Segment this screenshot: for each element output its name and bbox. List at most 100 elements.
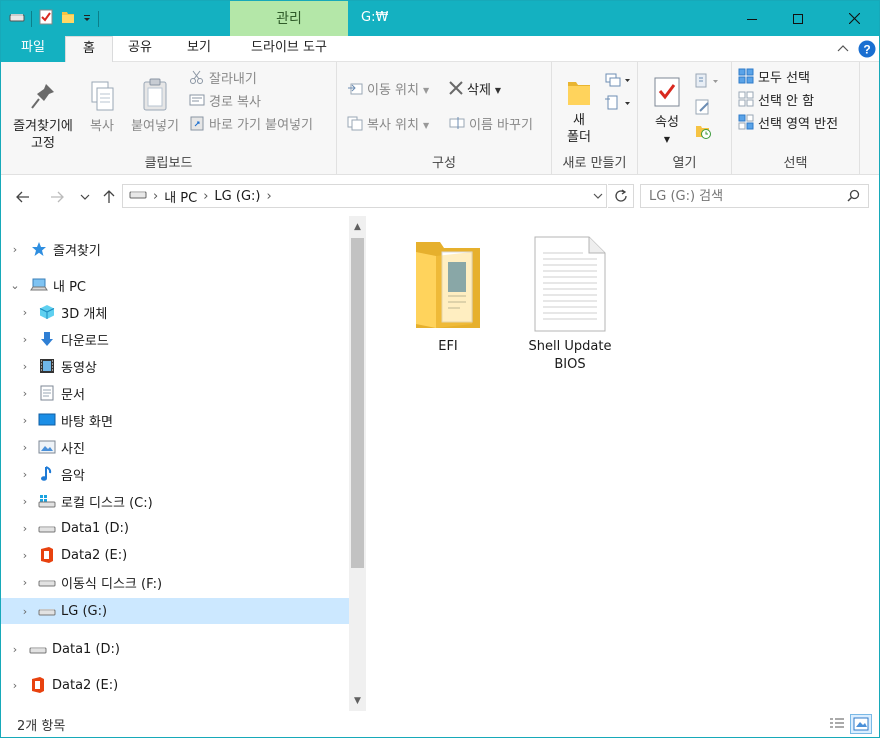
copy-button[interactable]: 복사 [83,76,121,135]
tree-item-local-disk-c[interactable]: › 로컬 디스크 (C:) [1,488,349,514]
tree-item-this-pc[interactable]: ⌄ 내 PC [1,272,349,298]
refresh-button[interactable] [608,184,634,208]
drive-icon[interactable] [9,11,25,27]
tree-item-downloads[interactable]: › 다운로드 [1,326,349,352]
new-folder-button[interactable]: 새 폴더 [558,72,600,146]
chevron-right-icon[interactable]: › [19,549,31,562]
properties-icon[interactable] [38,9,54,29]
address-history-dropdown[interactable] [588,185,608,207]
tree-item-data2-e-root[interactable]: › Data2 (E:) [1,672,349,698]
select-none-icon [738,91,754,114]
scroll-thumb[interactable] [351,238,364,568]
tree-item-lg-g[interactable]: › LG (G:) [1,598,349,624]
breadcrumb-drive[interactable]: LG (G:) [214,189,260,204]
organize-group-label: 구성 [432,156,456,171]
chevron-right-icon[interactable]: › [19,333,31,346]
help-icon[interactable]: ? [858,40,876,62]
select-none-button[interactable]: 선택 안 함 [738,91,814,114]
chevron-right-icon[interactable]: › [19,414,31,427]
new-folder-icon[interactable] [60,9,76,29]
chevron-right-icon[interactable]: › [19,360,31,373]
edit-button[interactable] [694,98,712,120]
tab-view[interactable]: 보기 [171,36,227,62]
move-to-button[interactable]: 이동 위치 ▼ [347,81,429,101]
chevron-down-icon[interactable]: ⌄ [9,279,21,292]
chevron-right-icon[interactable]: › [19,306,31,319]
tree-item-quick-access[interactable]: › 즐겨찾기 [1,236,349,262]
quick-access-toolbar [9,9,99,29]
tree-item-data1-d[interactable]: › Data1 (D:) [1,515,349,541]
large-icons-view-button[interactable] [850,714,872,734]
breadcrumb-separator[interactable]: › [153,189,158,204]
cut-button[interactable]: 잘라내기 [189,70,257,90]
chevron-right-icon[interactable]: › [19,576,31,589]
properties-button[interactable]: 속성 ▼ [646,72,688,148]
chevron-right-icon[interactable]: › [9,643,21,656]
nav-pane-scrollbar[interactable]: ▲ ▼ [349,216,366,711]
title-bar: 관리 G:₩ [1,1,879,36]
copy-to-button[interactable]: 복사 위치 ▼ [347,116,429,136]
delete-button[interactable]: 삭제 ▼ [449,80,501,101]
paste-shortcut-button[interactable]: 바로 가기 붙여넣기 [189,116,313,136]
forward-button[interactable] [46,186,68,208]
chevron-right-icon[interactable]: › [9,679,21,692]
manage-context-tab[interactable]: 관리 [230,1,348,36]
copy-path-icon [189,93,205,114]
file-item-shell-update-bios[interactable]: Shell Update BIOS [520,234,620,374]
open-button[interactable] [694,72,720,94]
chevron-down-icon: ▼ [663,135,671,144]
tree-label: Data2 (E:) [52,677,119,693]
desktop-icon [38,411,56,429]
collapse-ribbon-icon[interactable] [837,42,849,57]
tree-item-music[interactable]: › 음악 [1,461,349,487]
rename-button[interactable]: 이름 바꾸기 [449,116,533,136]
breadcrumb-pc[interactable]: 내 PC [164,187,197,206]
invert-selection-button[interactable]: 선택 영역 반전 [738,114,838,135]
pin-label-line1: 즐겨찾기에 [13,119,73,134]
tree-item-desktop[interactable]: › 바탕 화면 [1,407,349,433]
select-all-button[interactable]: 모두 선택 [738,68,810,89]
copy-path-button[interactable]: 경로 복사 [189,93,261,113]
tab-home[interactable]: 홈 [65,36,113,63]
scroll-down-icon[interactable]: ▼ [349,692,366,709]
pin-to-quick-access-button[interactable]: 즐겨찾기에 고정 [5,76,81,152]
tree-item-data1-d-root[interactable]: › Data1 (D:) [1,636,349,662]
tree-item-removable-f[interactable]: › 이동식 디스크 (F:) [1,569,349,595]
paste-button[interactable]: 붙여넣기 [125,76,185,135]
tree-item-3d-objects[interactable]: › 3D 개체 [1,299,349,325]
chevron-right-icon[interactable]: › [19,605,31,618]
tree-item-data2-e[interactable]: › Data2 (E:) [1,542,349,568]
search-input[interactable] [640,184,869,208]
scroll-up-icon[interactable]: ▲ [349,218,366,235]
chevron-right-icon[interactable]: › [19,468,31,481]
minimize-button[interactable] [729,1,775,36]
address-bar[interactable]: › 내 PC › LG (G:) › [122,184,607,208]
recent-locations-button[interactable] [74,186,96,208]
breadcrumb-separator[interactable]: › [266,189,271,204]
chevron-right-icon[interactable]: › [19,387,31,400]
customize-toolbar-icon[interactable] [82,12,92,27]
tab-file[interactable]: 파일 [1,36,65,62]
maximize-button[interactable] [775,1,821,36]
file-item-efi[interactable]: EFI [398,234,498,356]
easy-access-button[interactable] [604,95,632,115]
chevron-right-icon[interactable]: › [19,441,31,454]
organize-group: 이동 위치 ▼ 복사 위치 ▼ 삭제 ▼ 이름 바꾸기 구성 [337,62,552,175]
new-item-button[interactable] [604,72,632,92]
tab-share[interactable]: 공유 [115,36,165,62]
tree-item-documents[interactable]: › 문서 [1,380,349,406]
chevron-right-icon[interactable]: › [19,495,31,508]
history-button[interactable] [694,122,712,144]
details-view-icon [830,718,844,728]
back-button[interactable] [12,186,34,208]
chevron-right-icon[interactable]: › [9,243,21,256]
chevron-right-icon[interactable]: › [19,522,31,535]
breadcrumb-separator[interactable]: › [203,189,208,204]
up-button[interactable] [98,186,120,208]
tree-item-pictures[interactable]: › 사진 [1,434,349,460]
tree-item-videos[interactable]: › 동영상 [1,353,349,379]
tab-drive-tools[interactable]: 드라이브 도구 [233,36,345,62]
close-button[interactable] [831,1,877,36]
search-icon[interactable] [847,189,860,206]
details-view-button[interactable] [826,714,848,734]
